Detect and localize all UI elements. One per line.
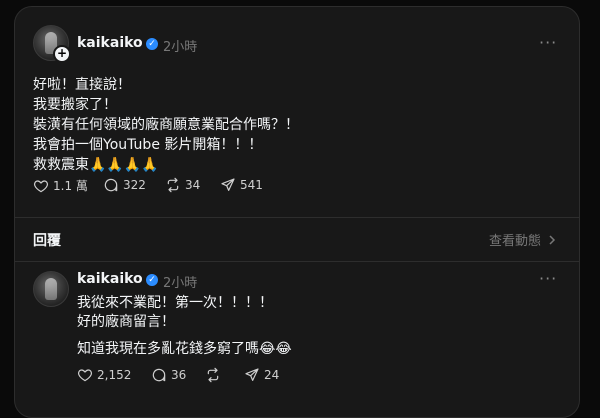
heart-icon xyxy=(33,179,49,192)
post-text-line: 救救震東🙏🙏🙏🙏 xyxy=(33,157,159,173)
like-button[interactable]: 1.1 萬 xyxy=(33,177,88,194)
reply-text-line: 好的廠商留言！ xyxy=(77,314,175,330)
heart-icon xyxy=(77,369,93,382)
view-activity-link[interactable]: 查看動態 xyxy=(489,230,557,249)
comment-count: 322 xyxy=(123,178,146,192)
reply-time[interactable]: 2小時 xyxy=(163,272,197,291)
comment-bubble-icon xyxy=(152,368,166,382)
verified-badge-icon: ✓ xyxy=(146,274,158,286)
post-text-line: 好啦！直接說！ xyxy=(33,77,131,93)
more-options-icon[interactable]: ··· xyxy=(539,33,557,52)
chevron-right-icon xyxy=(549,234,556,245)
share-count: 24 xyxy=(264,368,280,382)
post-text-line: 裝潢有任何領域的廠商願意業配合作嗎？！ xyxy=(33,117,299,133)
post-username[interactable]: kaikaiko xyxy=(77,35,143,51)
share-paper-plane-icon xyxy=(245,368,259,381)
post-text-line: 我會拍一個YouTube 影片開箱！！！ xyxy=(33,137,263,153)
replies-label[interactable]: 回覆 xyxy=(33,230,61,250)
share-count: 541 xyxy=(240,178,263,192)
comment-button[interactable]: 36 xyxy=(151,367,186,383)
repost-count: 34 xyxy=(185,178,201,192)
avatar[interactable] xyxy=(33,271,69,307)
reply-text-line: 我從來不業配！第一次！！！！ xyxy=(77,295,273,311)
post-text-line: 我要搬家了！ xyxy=(33,97,117,113)
share-button[interactable]: 24 xyxy=(244,367,279,383)
like-count: 2,152 xyxy=(97,368,132,382)
repost-icon xyxy=(167,177,179,193)
comment-count: 36 xyxy=(171,368,187,382)
thread-card: + kaikaiko ✓ 2小時 ··· 好啦！直接說！ 我要搬家了！ 裝潢有任… xyxy=(14,6,580,418)
like-button[interactable]: 2,152 xyxy=(77,367,131,383)
like-count: 1.1 萬 xyxy=(53,179,88,193)
repost-icon xyxy=(207,367,219,383)
repost-button[interactable] xyxy=(205,367,225,383)
verified-badge-icon: ✓ xyxy=(146,38,158,50)
reply-post: kaikaiko ✓ 2小時 ··· 我從來不業配！第一次！！！！ 好的廠商留言… xyxy=(15,261,579,417)
reply-username[interactable]: kaikaiko xyxy=(77,271,143,287)
comment-bubble-icon xyxy=(104,178,118,192)
share-paper-plane-icon xyxy=(221,178,235,191)
replies-header: 回覆 查看動態 xyxy=(15,217,579,261)
view-activity-label: 查看動態 xyxy=(488,234,541,249)
post-time[interactable]: 2小時 xyxy=(163,36,197,55)
main-post: + kaikaiko ✓ 2小時 ··· 好啦！直接說！ 我要搬家了！ 裝潢有任… xyxy=(15,7,579,217)
repost-button[interactable]: 34 xyxy=(165,177,200,193)
share-button[interactable]: 541 xyxy=(220,177,263,193)
reply-text-line: 知道我現在多亂花錢多窮了嗎😂😂 xyxy=(77,341,292,357)
follow-plus-icon[interactable]: + xyxy=(53,45,71,63)
more-options-icon[interactable]: ··· xyxy=(539,269,557,288)
comment-button[interactable]: 322 xyxy=(103,177,146,193)
